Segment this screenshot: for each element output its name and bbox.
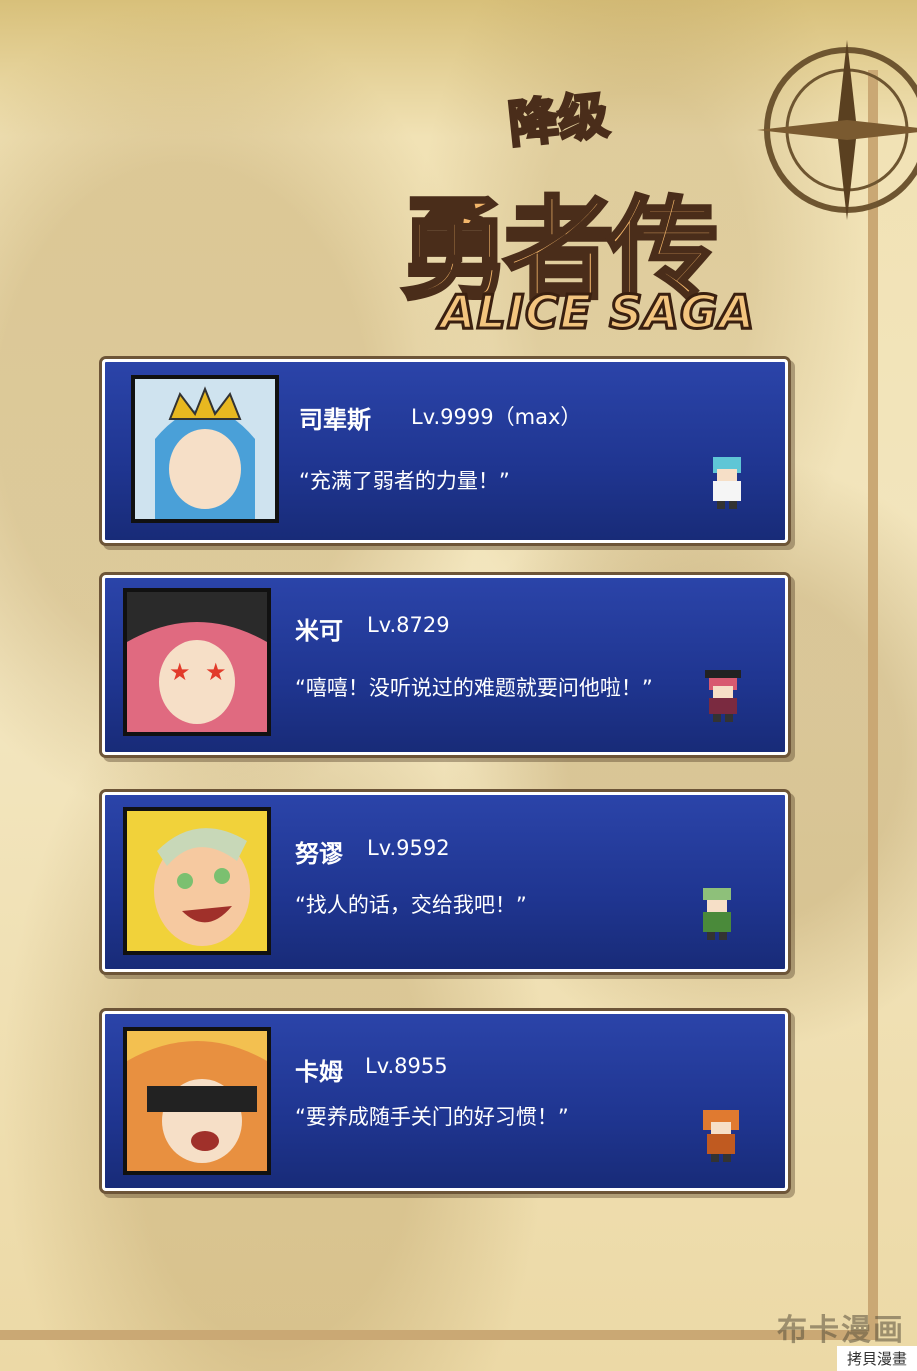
character-name: 努谬 bbox=[295, 840, 343, 868]
character-portrait bbox=[131, 375, 279, 523]
character-name: 米可 bbox=[295, 617, 343, 645]
character-level: Lv.9999（max） bbox=[411, 405, 582, 429]
character-portrait: ★ ★ bbox=[123, 588, 271, 736]
svg-text:★: ★ bbox=[205, 658, 227, 686]
logo-english: ALICE SAGA bbox=[438, 284, 756, 341]
character-card: 卡姆 Lv.8955 “要养成随手关门的好习惯！” bbox=[102, 1011, 788, 1191]
game-logo: 降级 勇者传 ALICE SAGA bbox=[340, 60, 800, 360]
logo-subtitle: 降级 bbox=[504, 84, 613, 155]
character-card: ★ ★ 米可 Lv.8729 “嘻嘻！没听说过的难题就要问他啦！” bbox=[102, 575, 788, 755]
character-sprite-icon bbox=[705, 670, 741, 722]
watermark-logo: 布卡漫画 bbox=[777, 1313, 905, 1348]
character-quote: “找人的话，交给我吧！” bbox=[295, 893, 527, 917]
svg-text:★: ★ bbox=[169, 658, 191, 686]
character-sprite-icon bbox=[713, 457, 741, 509]
character-sprite-icon bbox=[703, 888, 731, 940]
character-name: 卡姆 bbox=[295, 1058, 343, 1086]
character-portrait bbox=[123, 807, 271, 955]
character-level: Lv.8955 bbox=[365, 1054, 448, 1078]
character-level: Lv.8729 bbox=[367, 613, 450, 637]
character-card: 努谬 Lv.9592 “找人的话，交给我吧！” bbox=[102, 792, 788, 972]
character-quote: “要养成随手关门的好习惯！” bbox=[295, 1105, 569, 1129]
character-card: 司辈斯 Lv.9999（max） “充满了弱者的力量！” bbox=[102, 359, 788, 543]
character-portrait bbox=[123, 1027, 271, 1175]
character-quote: “充满了弱者的力量！” bbox=[299, 469, 510, 493]
character-level: Lv.9592 bbox=[367, 836, 450, 860]
character-name: 司辈斯 bbox=[299, 406, 371, 434]
character-sprite-icon bbox=[703, 1110, 739, 1162]
watermark-text: 拷貝漫畫 bbox=[836, 1346, 917, 1371]
character-quote: “嘻嘻！没听说过的难题就要问他啦！” bbox=[295, 676, 653, 700]
